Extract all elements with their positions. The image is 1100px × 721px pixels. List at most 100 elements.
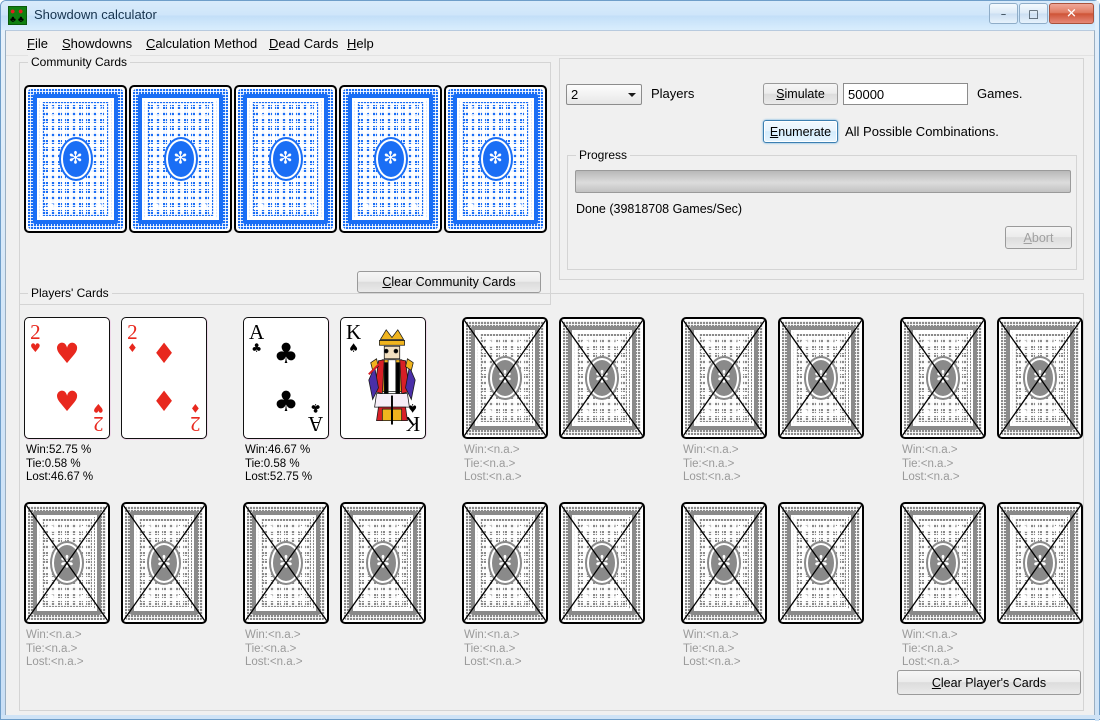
clear-players-label: lear Player's Cards xyxy=(940,675,1047,690)
player-10-win-value: Win:<n.a.> xyxy=(902,629,958,641)
menu-showdowns-label: howdowns xyxy=(70,36,133,51)
card-back-corner-ornament-icon: ❀ xyxy=(466,199,477,213)
player-2-card-1[interactable]: A ♣ A ♣ ♣ ♣ xyxy=(243,317,329,439)
maximize-button[interactable]: □ xyxy=(1019,3,1048,24)
maximize-icon: □ xyxy=(1028,7,1039,20)
community-card-1[interactable]: ❀ ❀ ❀ ❀ xyxy=(24,85,127,233)
menu-showdowns[interactable]: Showdowns xyxy=(58,35,136,52)
card-disabled-x-icon xyxy=(561,504,643,622)
clear-community-cards-button[interactable]: Clear Community Cards xyxy=(357,271,541,293)
card-back-corner-ornament-icon: ❀ xyxy=(94,199,105,213)
player-4-card-1[interactable]: ❀ ❀ ❀ ❀ xyxy=(681,317,767,439)
community-card-5[interactable]: ❀ ❀ ❀ ❀ xyxy=(444,85,547,233)
abort-button[interactable]: Abort xyxy=(1005,226,1072,249)
community-card-2[interactable]: ❀ ❀ ❀ ❀ xyxy=(129,85,232,233)
card-suit-icon: ♣ xyxy=(310,401,321,415)
menu-file-mnemonic: F xyxy=(27,36,35,51)
king-court-illustration xyxy=(368,329,416,425)
player-6-card-1[interactable]: ❀ ❀ ❀ ❀ xyxy=(24,502,110,624)
abort-label: bort xyxy=(1031,230,1054,245)
clear-players-cards-button[interactable]: Clear Player's Cards xyxy=(897,670,1081,695)
progress-bar xyxy=(575,170,1071,193)
card-back-corner-ornament-icon: ❀ xyxy=(304,104,315,118)
card-disabled-x-icon xyxy=(342,504,424,622)
player-6-card-2[interactable]: ❀ ❀ ❀ ❀ xyxy=(121,502,207,624)
card-corner-index: A ♣ xyxy=(249,322,264,355)
menu-dead-cards-label: ead Cards xyxy=(278,36,339,51)
menu-file[interactable]: File xyxy=(23,35,52,52)
player-9-card-1[interactable]: ❀ ❀ ❀ ❀ xyxy=(681,502,767,624)
player-3-win-value: Win:<n.a.> xyxy=(464,444,520,456)
player-7-odds: Win:<n.a.> Tie:<n.a.> Lost:<n.a.> xyxy=(245,629,303,670)
menu-showdowns-mnemonic: S xyxy=(62,36,71,51)
player-10-card-2[interactable]: ❀ ❀ ❀ ❀ xyxy=(997,502,1083,624)
clear-community-label: lear Community Cards xyxy=(391,275,516,289)
players-label: Players xyxy=(651,86,695,101)
card-disabled-x-icon xyxy=(123,504,205,622)
player-6-tie-value: Tie:<n.a.> xyxy=(26,642,78,655)
chevron-down-icon[interactable] xyxy=(623,86,640,103)
player-7-card-2[interactable]: ❀ ❀ ❀ ❀ xyxy=(340,502,426,624)
card-suit-icon: ♥ xyxy=(93,401,104,415)
player-3-card-1[interactable]: ❀ ❀ ❀ ❀ xyxy=(462,317,548,439)
player-10-lost-value: Lost:<n.a.> xyxy=(902,656,960,668)
simulate-button[interactable]: Simulate xyxy=(763,83,838,105)
window-edge-bottom xyxy=(1,715,1100,719)
community-card-4[interactable]: ❀ ❀ ❀ ❀ xyxy=(339,85,442,233)
player-4-tie-value: Tie:<n.a.> xyxy=(683,457,735,470)
card-disabled-x-icon xyxy=(902,319,984,437)
enumerate-description: All Possible Combinations. xyxy=(845,124,999,139)
player-10-card-1[interactable]: ❀ ❀ ❀ ❀ xyxy=(900,502,986,624)
community-card-3[interactable]: ❀ ❀ ❀ ❀ xyxy=(234,85,337,233)
player-3-card-2[interactable]: ❀ ❀ ❀ ❀ xyxy=(559,317,645,439)
player-8-tie-value: Tie:<n.a.> xyxy=(464,642,516,655)
clear-community-mnemonic: C xyxy=(382,275,392,289)
player-10-tie-value: Tie:<n.a.> xyxy=(902,642,954,655)
card-center-pip-icon: ♦ xyxy=(151,337,177,370)
community-cards-group: Community Cards ❀ ❀ ❀ ❀ ❀ ❀ ❀ ❀ ❀ ❀ ❀ ❀ ❀ ❀ ❀ ❀ ❀ ❀ ❀ ❀ Cle… xyxy=(19,55,551,305)
card-back-corner-ornament-icon: ❀ xyxy=(466,104,477,118)
player-9-card-2[interactable]: ❀ ❀ ❀ ❀ xyxy=(778,502,864,624)
player-1-odds: Win:52.75 % Tie:0.58 % Lost:46.67 % xyxy=(26,444,93,485)
card-back-corner-ornament-icon: ❀ xyxy=(409,104,420,118)
application-window: ● ● ♣ ♣ Showdown calculator – □ ✕ File S… xyxy=(0,0,1100,721)
title-bar[interactable]: ● ● ♣ ♣ Showdown calculator – □ ✕ xyxy=(1,1,1099,30)
card-back-corner-ornament-icon: ❀ xyxy=(199,199,210,213)
menu-help-label: elp xyxy=(356,36,374,51)
card-disabled-x-icon xyxy=(464,319,546,437)
card-back-corner-ornament-icon: ❀ xyxy=(514,199,525,213)
card-rank-label: A xyxy=(307,412,323,436)
player-4-lost-value: Lost:<n.a.> xyxy=(683,471,741,483)
card-back-corner-ornament-icon: ❀ xyxy=(304,199,315,213)
player-5-card-1[interactable]: ❀ ❀ ❀ ❀ xyxy=(900,317,986,439)
player-6-win-value: Win:<n.a.> xyxy=(26,629,82,641)
card-back-corner-ornament-icon: ❀ xyxy=(256,104,267,118)
games-count-input[interactable]: 50000 xyxy=(843,83,968,105)
players-count-value: 2 xyxy=(571,87,579,102)
player-8-card-1[interactable]: ❀ ❀ ❀ ❀ xyxy=(462,502,548,624)
minimize-button[interactable]: – xyxy=(989,3,1018,24)
menu-bar: File Showdowns Calculation Method Dead C… xyxy=(6,31,1094,56)
players-count-select[interactable]: 2 xyxy=(566,84,642,105)
card-corner-index: 2 ♦ xyxy=(127,322,138,355)
enumerate-button[interactable]: Enumerate xyxy=(763,120,838,143)
player-5-card-2[interactable]: ❀ ❀ ❀ ❀ xyxy=(997,317,1083,439)
player-8-odds: Win:<n.a.> Tie:<n.a.> Lost:<n.a.> xyxy=(464,629,522,670)
close-button[interactable]: ✕ xyxy=(1049,3,1094,24)
player-3-lost-value: Lost:<n.a.> xyxy=(464,471,522,483)
cards-icon: ● ● ♣ ♣ xyxy=(8,6,27,25)
players-cards-title: Players' Cards xyxy=(28,286,112,300)
player-1-card-1[interactable]: 2 ♥ 2 ♥ ♥ ♥ xyxy=(24,317,110,439)
minimize-icon: – xyxy=(1000,7,1007,20)
menu-calculation-method-label: alculation Method xyxy=(155,36,258,51)
player-4-card-2[interactable]: ❀ ❀ ❀ ❀ xyxy=(778,317,864,439)
player-7-win-value: Win:<n.a.> xyxy=(245,629,301,641)
player-1-card-2[interactable]: 2 ♦ 2 ♦ ♦ ♦ xyxy=(121,317,207,439)
menu-calculation-method[interactable]: Calculation Method xyxy=(142,35,261,52)
player-7-card-1[interactable]: ❀ ❀ ❀ ❀ xyxy=(243,502,329,624)
menu-help[interactable]: Help xyxy=(343,35,378,52)
player-8-card-2[interactable]: ❀ ❀ ❀ ❀ xyxy=(559,502,645,624)
menu-dead-cards[interactable]: Dead Cards xyxy=(265,35,342,52)
card-rank-label: 2 xyxy=(30,320,41,344)
player-2-card-2[interactable]: K ♠ K ♠ xyxy=(340,317,426,439)
